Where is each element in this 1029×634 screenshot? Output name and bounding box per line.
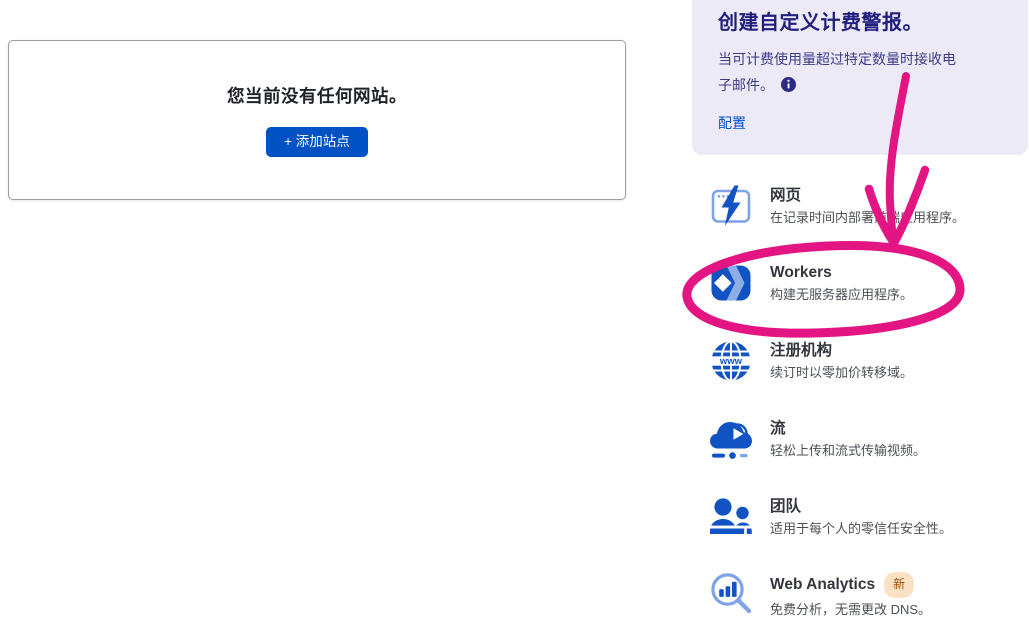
product-title: 团队 <box>770 496 952 517</box>
product-description: 构建无服务器应用程序。 <box>770 286 913 303</box>
product-title-text: Web Analytics <box>770 576 875 593</box>
billing-alert-panel: 创建自定义计费警报。 当可计费使用量超过特定数量时接收电子邮件。 配置 <box>692 0 1028 155</box>
product-row-workers[interactable]: Workers 构建无服务器应用程序。 <box>709 261 1019 305</box>
product-description: 免费分析，无需更改 DNS。 <box>770 601 931 618</box>
workers-diamond-icon <box>709 261 753 305</box>
billing-alert-description-text: 当可计费使用量超过特定数量时接收电子邮件。 <box>718 51 956 93</box>
new-badge: 新 <box>884 572 914 598</box>
billing-alert-title: 创建自定义计费警报。 <box>718 6 1002 35</box>
product-row-teams[interactable]: 团队 适用于每个人的零信任安全性。 <box>709 495 1019 539</box>
product-row-registrar[interactable]: www 注册机构 续订时以零加价转移域。 <box>709 339 1019 383</box>
product-row-stream[interactable]: 流 轻松上传和流式传输视频。 <box>709 417 1019 461</box>
product-title: 网页 <box>770 185 965 206</box>
empty-state-title: 您当前没有任何网站。 <box>227 83 407 108</box>
pages-lightning-icon <box>709 184 753 228</box>
product-title: 注册机构 <box>770 340 913 361</box>
billing-alert-description: 当可计费使用量超过特定数量时接收电子邮件。 <box>718 46 966 98</box>
product-title: Web Analytics 新 <box>770 572 931 598</box>
registrar-globe-icon: www <box>709 339 753 383</box>
product-title: Workers <box>770 262 913 283</box>
add-site-button[interactable]: + 添加站点 <box>266 127 368 158</box>
configure-link[interactable]: 配置 <box>718 113 746 133</box>
info-icon[interactable] <box>781 74 796 89</box>
svg-text:www: www <box>719 356 743 367</box>
product-description: 在记录时间内部署前端应用程序。 <box>770 209 965 226</box>
product-row-pages[interactable]: 网页 在记录时间内部署前端应用程序。 <box>709 184 1019 228</box>
product-description: 续订时以零加价转移域。 <box>770 364 913 381</box>
web-analytics-magnifier-icon <box>709 571 753 615</box>
product-title: 流 <box>770 418 926 439</box>
product-row-web-analytics[interactable]: Web Analytics 新 免费分析，无需更改 DNS。 <box>709 571 1019 618</box>
product-description: 适用于每个人的零信任安全性。 <box>770 520 952 537</box>
stream-cloud-play-icon <box>709 417 753 461</box>
teams-people-icon <box>709 495 753 539</box>
empty-websites-card: 您当前没有任何网站。 + 添加站点 <box>8 40 626 200</box>
product-description: 轻松上传和流式传输视频。 <box>770 442 926 459</box>
